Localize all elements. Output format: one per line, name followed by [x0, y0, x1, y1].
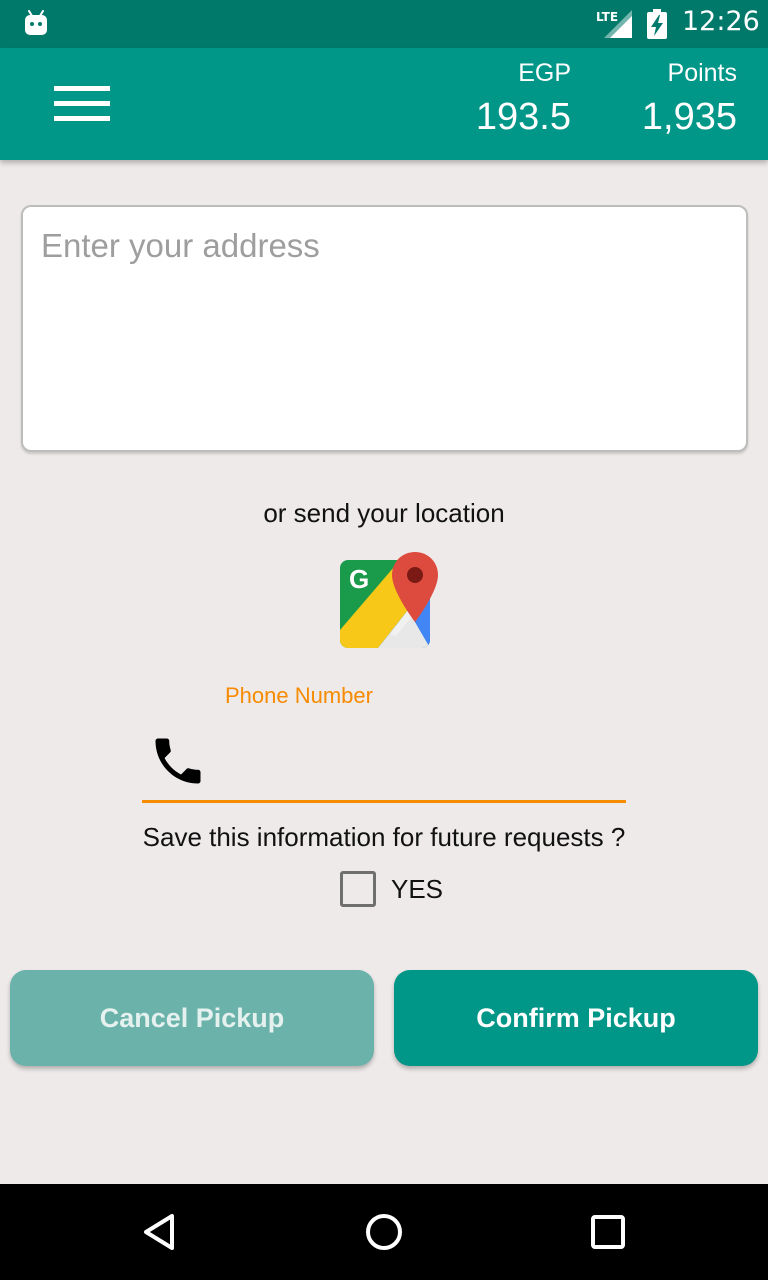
- points-label: Points: [667, 59, 737, 87]
- android-icon: [25, 10, 47, 35]
- address-input[interactable]: [23, 207, 746, 450]
- confirm-pickup-button[interactable]: Confirm Pickup: [394, 970, 758, 1066]
- phone-icon: [155, 738, 201, 784]
- phone-input-underline: [142, 800, 626, 803]
- status-time: 12:26: [682, 6, 760, 37]
- egp-value: 193.5: [475, 96, 571, 138]
- save-info-option[interactable]: YES: [340, 870, 443, 908]
- yes-label: YES: [391, 873, 444, 904]
- app-bar: EGP 193.5 Points 1,935: [0, 48, 768, 160]
- home-icon[interactable]: [362, 1210, 406, 1254]
- back-icon[interactable]: [138, 1210, 182, 1254]
- svg-text:G: G: [349, 564, 369, 594]
- navigation-bar: [0, 1184, 768, 1280]
- phone-number-label: Phone Number: [225, 683, 373, 708]
- points-balance: Points 1,935: [642, 58, 737, 142]
- points-value: 1,935: [641, 96, 737, 138]
- address-box: [21, 205, 748, 452]
- battery-charging-icon: [647, 9, 667, 39]
- hamburger-menu-icon[interactable]: [54, 86, 110, 122]
- recents-icon[interactable]: [586, 1210, 630, 1254]
- egp-balance: EGP 193.5: [476, 58, 571, 142]
- save-info-question: Save this information for future request…: [142, 822, 626, 852]
- phone-number-input[interactable]: [218, 740, 626, 792]
- egp-label: EGP: [518, 59, 571, 87]
- status-bar: LTE 12:26: [0, 0, 768, 48]
- cancel-pickup-button[interactable]: Cancel Pickup: [10, 970, 374, 1066]
- send-location-text: or send your location: [263, 498, 505, 528]
- google-maps-icon[interactable]: G: [338, 550, 442, 650]
- lte-signal-icon: [604, 10, 632, 38]
- save-info-checkbox[interactable]: [340, 871, 376, 907]
